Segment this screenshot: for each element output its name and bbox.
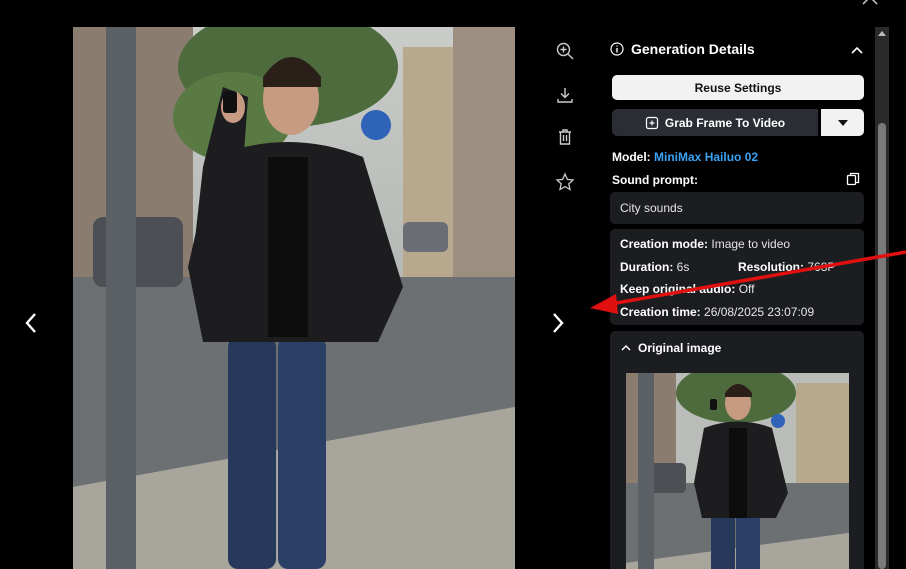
copy-icon[interactable]: [846, 172, 860, 186]
chevron-up-icon[interactable]: [850, 43, 864, 57]
sound-prompt-box: City sounds: [610, 192, 864, 224]
creation-mode-value: Image to video: [711, 237, 791, 251]
resolution-value: 768P: [807, 260, 836, 274]
original-image-toggle[interactable]: Original image: [620, 341, 721, 355]
download-icon: [557, 88, 573, 103]
creation-mode-label: Creation mode:: [620, 237, 709, 251]
frame-export-icon: [645, 116, 658, 129]
creation-info-box: Creation mode: Image to video Duration: …: [610, 229, 864, 325]
duration-label: Duration:: [620, 260, 674, 274]
original-image-label: Original image: [638, 341, 722, 355]
zoom-in-icon: [556, 42, 574, 60]
model-label: Model:: [612, 150, 651, 164]
grab-frame-button[interactable]: Grab Frame To Video: [612, 109, 818, 136]
generation-details-panel: Generation Details Reuse Settings Grab F…: [600, 27, 872, 569]
delete-button[interactable]: [553, 125, 577, 149]
creation-time-value: 26/08/2025 23:07:09: [704, 305, 815, 319]
creation-mode-row: Creation mode: Image to video: [620, 237, 790, 251]
close-icon[interactable]: [860, 0, 880, 8]
sound-prompt-value: City sounds: [620, 201, 683, 215]
keep-audio-label: Keep original audio:: [620, 282, 736, 296]
creation-time-label: Creation time:: [620, 305, 701, 319]
creation-time-row: Creation time: 26/08/2025 23:07:09: [620, 305, 814, 319]
favorite-button[interactable]: [553, 170, 577, 194]
keep-audio-row: Keep original audio: Off: [620, 282, 754, 296]
scroll-thumb[interactable]: [878, 123, 886, 569]
trash-icon: [559, 129, 571, 145]
main-image: [73, 27, 515, 569]
original-image-thumbnail[interactable]: [626, 373, 849, 569]
info-icon: [610, 42, 624, 56]
chevron-right-icon: [553, 313, 564, 333]
scroll-up-icon[interactable]: [877, 29, 887, 37]
resolution-label: Resolution:: [738, 260, 804, 274]
caret-down-icon: [837, 119, 848, 126]
keep-audio-value: Off: [738, 282, 755, 296]
grab-frame-dropdown[interactable]: [821, 109, 864, 136]
panel-title: Generation Details: [631, 41, 755, 57]
duration-value: 6s: [676, 260, 690, 274]
media-viewer: Generation Details Reuse Settings Grab F…: [0, 0, 906, 569]
download-button[interactable]: [553, 83, 577, 107]
chevron-up-icon: [621, 344, 631, 351]
chevron-left-icon: [25, 313, 36, 333]
zoom-in-button[interactable]: [553, 39, 577, 63]
panel-scrollbar[interactable]: [875, 27, 889, 569]
model-value[interactable]: MiniMax Hailuo 02: [654, 150, 758, 164]
prev-arrow[interactable]: [16, 303, 46, 343]
grab-frame-label: Grab Frame To Video: [664, 115, 786, 130]
next-arrow[interactable]: [543, 303, 573, 343]
duration-row: Duration: 6s: [620, 260, 689, 274]
model-row: Model: MiniMax Hailuo 02: [612, 150, 758, 164]
sound-prompt-label: Sound prompt:: [612, 173, 698, 187]
star-icon: [555, 172, 575, 191]
panel-header: Generation Details: [610, 41, 755, 57]
original-image-section: Original image: [610, 331, 864, 569]
reuse-settings-button[interactable]: Reuse Settings: [612, 75, 864, 100]
resolution-row: Resolution: 768P: [738, 260, 835, 274]
